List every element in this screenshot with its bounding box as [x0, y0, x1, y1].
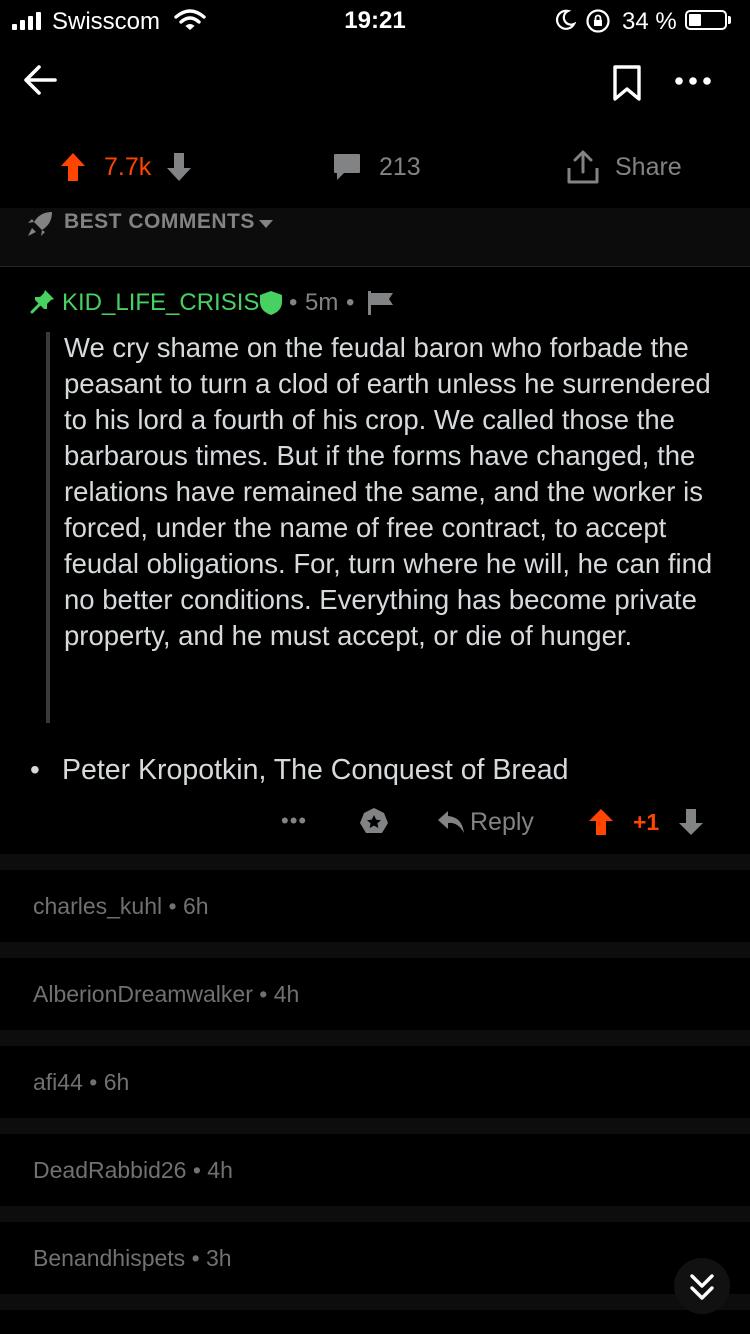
- collapsed-comment-meta[interactable]: Benandhispets • 3h: [33, 1245, 232, 1272]
- flag-icon: [367, 291, 395, 315]
- back-button[interactable]: [22, 62, 58, 98]
- scroll-next-button[interactable]: [674, 1258, 730, 1314]
- comment-author[interactable]: KID_LIFE_CRISIS: [62, 289, 259, 317]
- chevron-down-icon[interactable]: [258, 219, 274, 229]
- divider: [0, 1294, 750, 1310]
- share-button[interactable]: Share: [615, 153, 682, 182]
- divider: [0, 1118, 750, 1134]
- rocket-icon: [26, 210, 54, 238]
- battery-icon: [685, 10, 727, 30]
- more-options-button[interactable]: [674, 76, 712, 86]
- list-bullet: •: [30, 754, 40, 785]
- award-icon[interactable]: [358, 806, 390, 838]
- meta-separator: •: [289, 289, 298, 316]
- collapsed-comment-meta[interactable]: AlberionDreamwalker • 4h: [33, 981, 299, 1008]
- comment-time: 5m: [305, 289, 339, 316]
- reply-icon[interactable]: [436, 809, 466, 835]
- sort-label[interactable]: BEST COMMENTS: [64, 210, 255, 234]
- share-icon[interactable]: [566, 150, 600, 186]
- battery-nub: [728, 16, 731, 24]
- comment-score: +1: [633, 809, 660, 835]
- comment-quote: We cry shame on the feudal baron who for…: [64, 332, 713, 651]
- quote-bar: [46, 332, 50, 723]
- divider: [0, 942, 750, 958]
- comment-icon[interactable]: [332, 152, 362, 182]
- rotation-lock-icon: [585, 8, 611, 34]
- meta-separator: •: [346, 289, 355, 316]
- upvote-button[interactable]: [60, 152, 86, 182]
- post-score: 7.7k: [104, 153, 152, 181]
- battery-percentage: 34 %: [622, 8, 677, 35]
- collapsed-comment-meta[interactable]: charles_kuhl • 6h: [33, 893, 209, 920]
- divider: [0, 1206, 750, 1222]
- do-not-disturb-icon: [554, 9, 576, 31]
- comment-more-button[interactable]: •••: [281, 808, 307, 834]
- comment-downvote-button[interactable]: [678, 808, 704, 836]
- divider: [0, 854, 750, 870]
- divider: [0, 1030, 750, 1046]
- reply-button[interactable]: Reply: [470, 808, 534, 837]
- comment-upvote-button[interactable]: [588, 808, 614, 836]
- moderator-shield-icon: [259, 290, 283, 316]
- downvote-button[interactable]: [166, 152, 192, 182]
- bookmark-button[interactable]: [612, 64, 642, 102]
- comment-citation: Peter Kropotkin, The Conquest of Bread: [62, 754, 569, 786]
- comment-count: 213: [379, 153, 421, 181]
- collapsed-comment-meta[interactable]: afi44 • 6h: [33, 1069, 129, 1096]
- pin-icon: [30, 288, 56, 314]
- double-chevron-down-icon: [690, 1274, 714, 1300]
- collapsed-comment-meta[interactable]: DeadRabbid26 • 4h: [33, 1157, 233, 1184]
